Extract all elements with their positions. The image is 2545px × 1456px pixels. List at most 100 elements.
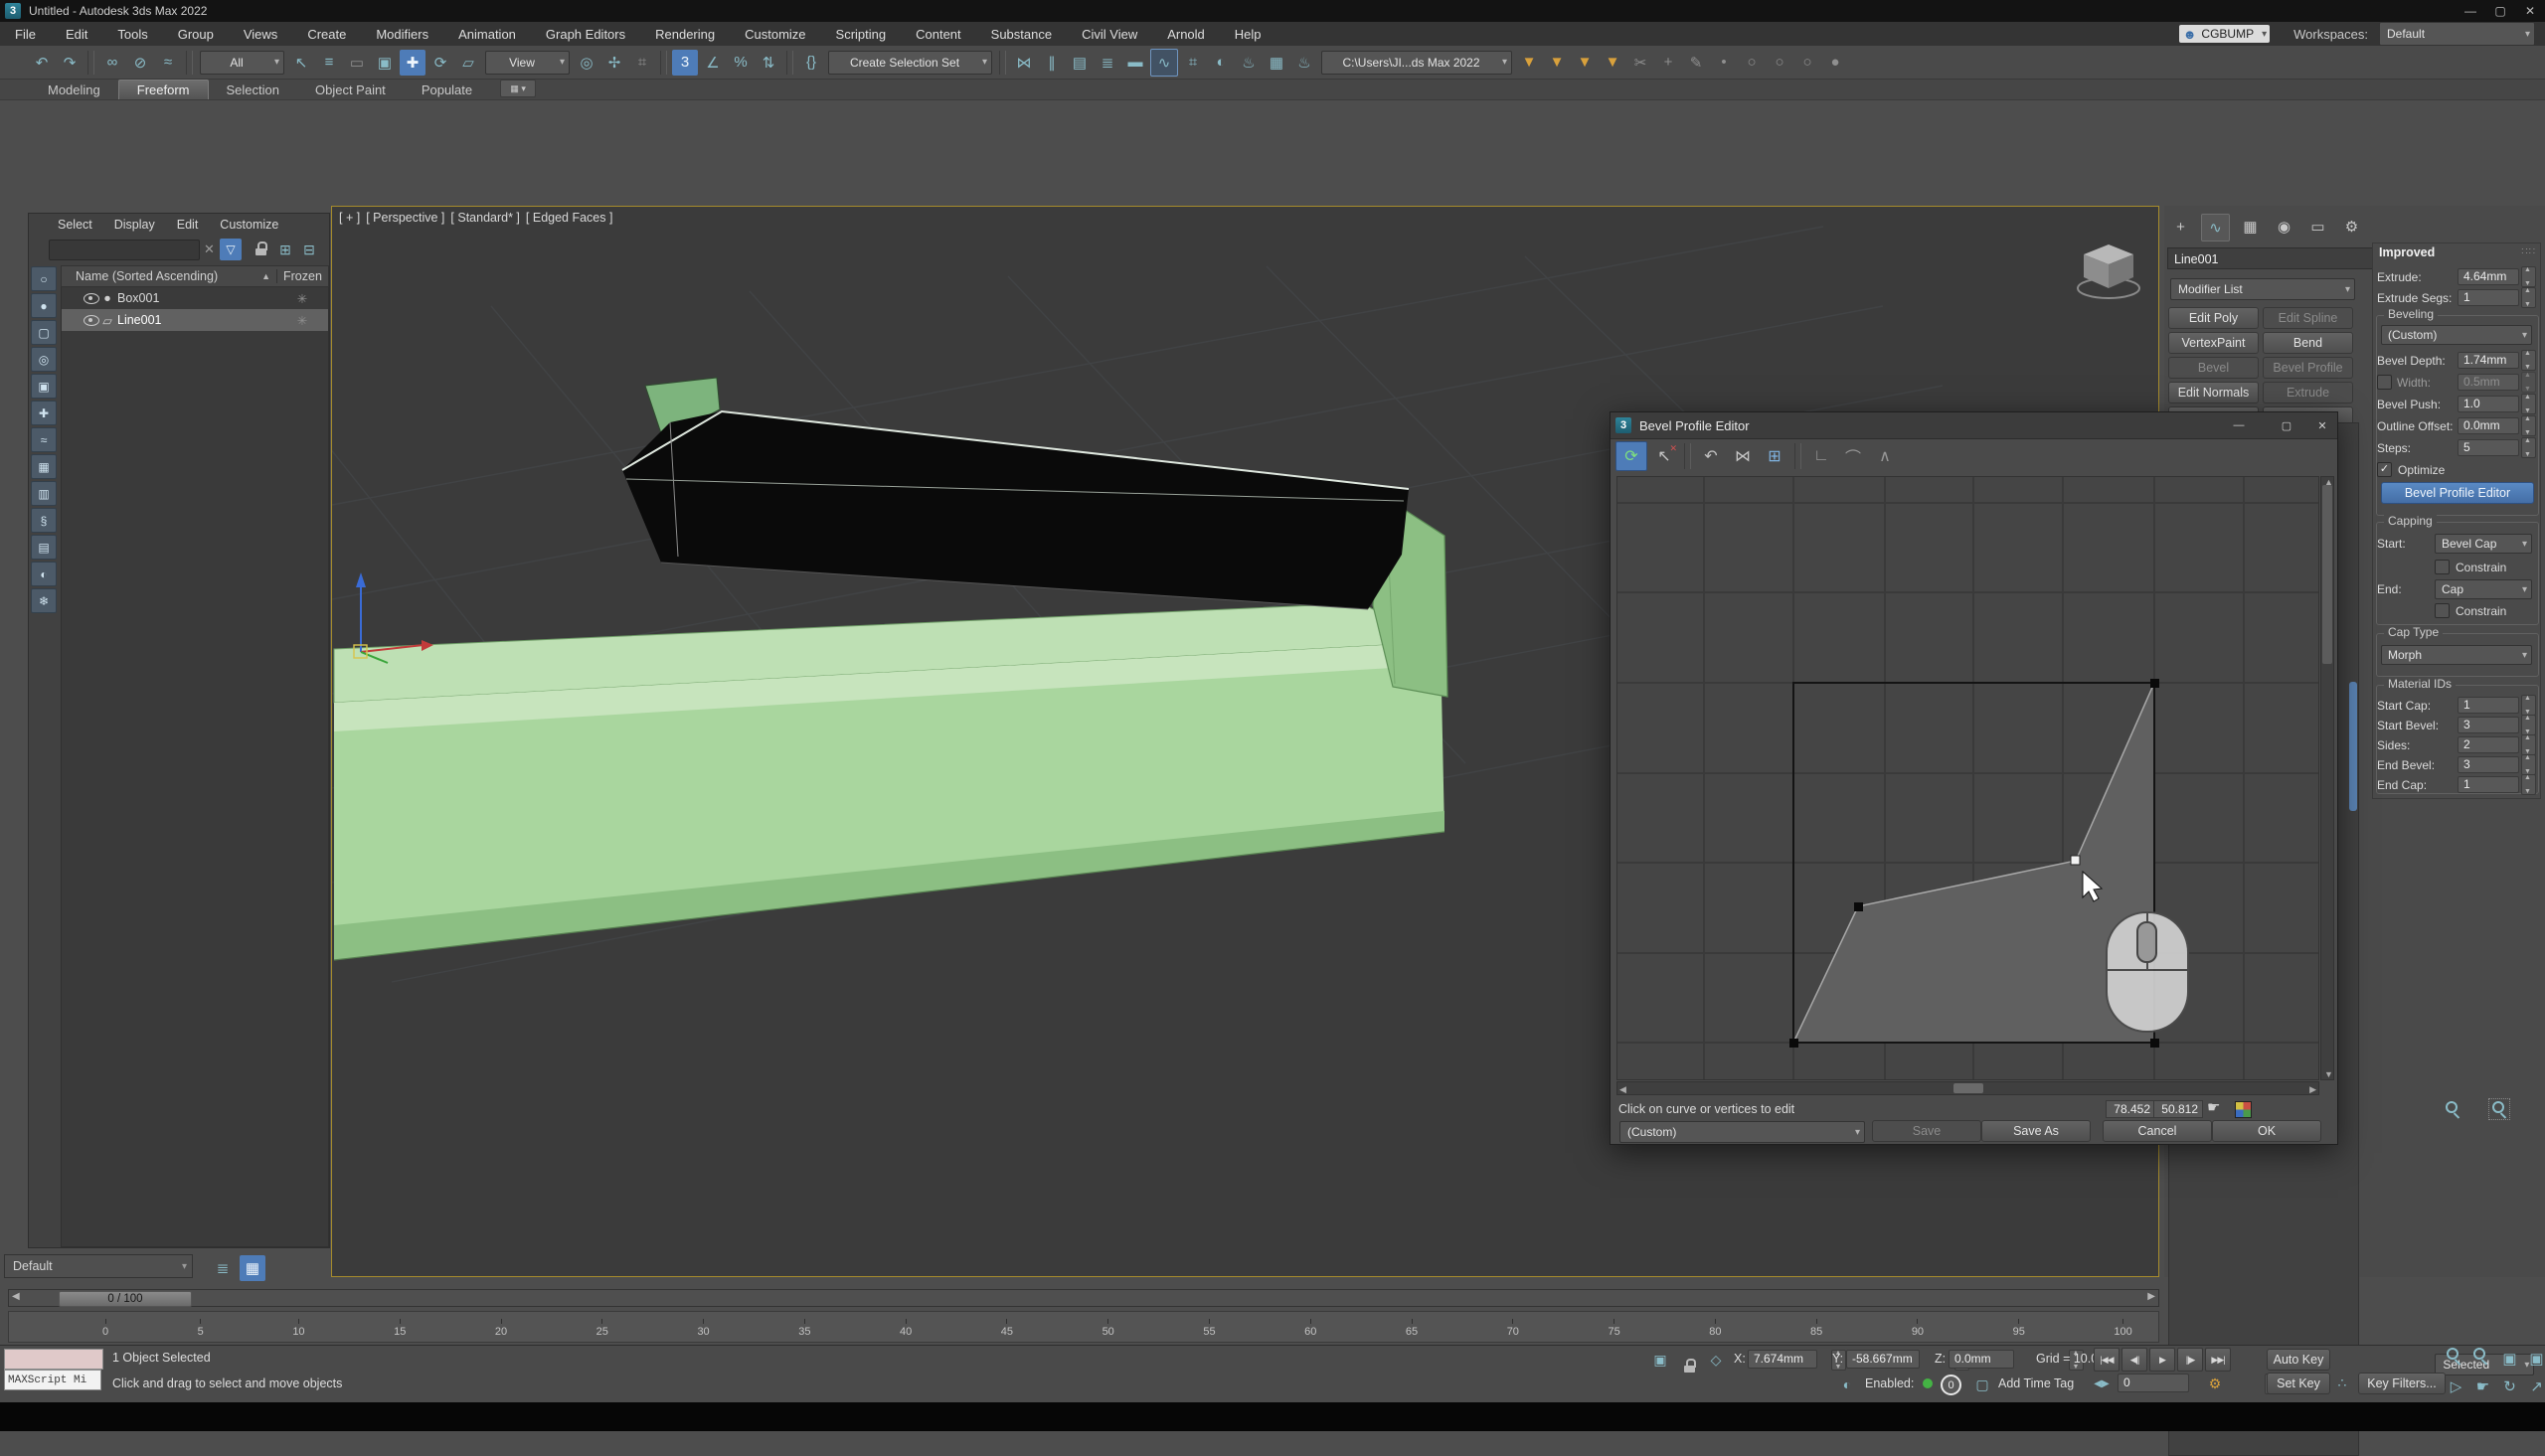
profile-curve-canvas[interactable]	[1616, 476, 2319, 1080]
extrude-segs-field[interactable]: 1	[2458, 289, 2519, 306]
minimize-window-button[interactable]: —	[2456, 1, 2485, 21]
notification-badge[interactable]: 0	[1941, 1375, 1961, 1395]
modifier-button[interactable]: Bevel	[2168, 357, 2259, 379]
sort-ascending-icon[interactable]: ▲	[261, 271, 270, 281]
spinner[interactable]	[2521, 437, 2536, 458]
search-input[interactable]	[49, 240, 200, 260]
display-spacewarps-icon[interactable]: ≈	[31, 427, 57, 452]
circle-icon[interactable]: ○	[1794, 50, 1820, 76]
name-column-header[interactable]: Name (Sorted Ascending)	[62, 269, 261, 283]
track-bar[interactable]: 0510152025303540455055606570758085909510…	[8, 1311, 2159, 1343]
material-id-field[interactable]: 1	[2458, 697, 2519, 714]
select-and-rotate-icon[interactable]: ⟳	[427, 50, 453, 76]
display-shapes-icon[interactable]: ▢	[31, 320, 57, 345]
absolute-offset-icon[interactable]: ◇	[1706, 1350, 1726, 1370]
zoom-icon[interactable]	[2444, 1346, 2463, 1366]
circle-icon[interactable]: ○	[1767, 50, 1792, 76]
zoom-extents-icon[interactable]	[2235, 1101, 2252, 1118]
drag-grip-icon[interactable]: ∷∷	[2521, 246, 2536, 257]
lock-explorer-icon[interactable]	[255, 242, 268, 256]
edit-named-selection-sets-icon[interactable]: {}	[798, 50, 824, 76]
zoom-icon[interactable]	[2443, 1099, 2462, 1119]
pencil-icon[interactable]: ✎	[1683, 50, 1709, 76]
display-lights-icon[interactable]: ◎	[31, 347, 57, 372]
enabled-status-dot[interactable]	[1923, 1378, 1933, 1388]
menubar-item[interactable]: Tools	[102, 27, 162, 42]
profile-preset-dropdown[interactable]: (Custom)	[1619, 1121, 1865, 1143]
material-id-field[interactable]: 2	[2458, 736, 2519, 753]
time-slider[interactable]: ◀ 0 / 100 ▶	[8, 1289, 2159, 1307]
filled-circle-icon[interactable]: ●	[1822, 50, 1848, 76]
display-materials-icon[interactable]: ◐	[31, 562, 57, 586]
modifier-button[interactable]: Edit Poly	[2168, 307, 2259, 329]
mirror-icon[interactable]: ⋈	[1011, 50, 1037, 76]
vertical-scrollbar[interactable]: ▲ ▼	[2320, 476, 2334, 1080]
panel-scrollbar[interactable]	[2349, 682, 2357, 811]
ribbon-tab[interactable]: Modeling	[30, 81, 118, 99]
render-production-icon[interactable]: ♨	[1291, 50, 1317, 76]
corner-vertex-icon[interactable]: ∟	[1806, 442, 1836, 470]
bevel-depth-field[interactable]: 1.74mm	[2458, 352, 2519, 369]
tab-display-icon[interactable]: ▭	[2304, 214, 2331, 240]
horizontal-scrollbar[interactable]: ◀ ▶	[1616, 1081, 2319, 1095]
isolate-selection-icon[interactable]: ▣	[1650, 1350, 1670, 1370]
table-row[interactable]: ▱ Line001 ✳	[62, 309, 328, 331]
selection-filter-dropdown[interactable]: All	[200, 51, 284, 75]
maximize-window-button[interactable]: ▢	[2485, 1, 2515, 21]
modifier-list-dropdown[interactable]: Modifier List	[2170, 278, 2355, 300]
menubar-item[interactable]: Graph Editors	[531, 27, 640, 42]
select-object-icon[interactable]: ↖	[288, 50, 314, 76]
ok-button[interactable]: OK	[2212, 1120, 2321, 1142]
insert-vertex-icon[interactable]: ⊞	[1760, 442, 1789, 470]
tab-hierarchy-icon[interactable]: ▦	[2237, 214, 2264, 240]
cube-outline-icon[interactable]: ▢	[1972, 1375, 1992, 1394]
viewport-label-segment[interactable]: [ Standard* ]	[450, 211, 520, 225]
dialog-maximize-button[interactable]: ▢	[2275, 416, 2298, 434]
window-crossing-icon[interactable]: ▣	[372, 50, 398, 76]
keyboard-shortcut-override-icon[interactable]: ⌗	[629, 50, 655, 76]
display-containers-icon[interactable]: ▤	[31, 535, 57, 560]
ribbon-options-dropdown[interactable]: ▦ ▾	[500, 80, 536, 97]
material-id-field[interactable]: 3	[2458, 717, 2519, 733]
steps-field[interactable]: 5	[2458, 439, 2519, 456]
modifier-button[interactable]: Bend	[2263, 332, 2353, 354]
spinner[interactable]	[2521, 350, 2536, 371]
zoom-all-icon[interactable]	[2470, 1346, 2490, 1366]
optimize-checkbox[interactable]	[2377, 462, 2392, 477]
rendered-frame-window-icon[interactable]: ▦	[1264, 50, 1289, 76]
circle-icon[interactable]: ○	[1739, 50, 1765, 76]
modifier-button[interactable]: Bevel Profile	[2263, 357, 2353, 379]
current-layer-dropdown[interactable]: Default ▾	[4, 1254, 193, 1278]
spinner-snap-icon[interactable]: ⇅	[756, 50, 781, 76]
menubar-item[interactable]: Arnold	[1152, 27, 1220, 42]
spinner[interactable]	[2521, 695, 2536, 716]
outline-offset-field[interactable]: 0.0mm	[2458, 417, 2519, 434]
tab-modify-icon[interactable]: ∿	[2201, 214, 2230, 242]
close-window-button[interactable]: ✕	[2515, 1, 2545, 21]
spinner[interactable]	[2521, 754, 2536, 775]
previous-frame-button[interactable]: ◀||	[2121, 1348, 2147, 1372]
go-to-end-button[interactable]: ▶▶|	[2205, 1348, 2231, 1372]
selection-lock-icon[interactable]	[1684, 1359, 1697, 1374]
constrain-checkbox[interactable]	[2435, 560, 2450, 574]
select-and-link-icon[interactable]: ∞	[99, 50, 125, 76]
curve-editor-icon[interactable]: ∿	[1150, 49, 1178, 77]
display-all-icon[interactable]: ○	[31, 266, 57, 291]
ribbon-tab[interactable]: Selection	[209, 81, 297, 99]
folder-import-icon[interactable]: ▼	[1600, 50, 1625, 76]
modifier-button[interactable]: Edit Normals	[2168, 382, 2259, 404]
visibility-eye-icon[interactable]	[84, 293, 99, 304]
spinner[interactable]	[2521, 715, 2536, 735]
save-as-button[interactable]: Save As	[1981, 1120, 2091, 1142]
menubar-item[interactable]: Group	[163, 27, 229, 42]
display-cameras-icon[interactable]: ▣	[31, 374, 57, 399]
tab-motion-icon[interactable]: ◉	[2271, 214, 2297, 240]
menubar-item[interactable]: File	[0, 27, 51, 42]
layer-list-icon[interactable]: ≣	[210, 1255, 236, 1281]
menubar-item[interactable]: Create	[292, 27, 361, 42]
menubar-item[interactable]: Help	[1220, 27, 1276, 42]
scene-explorer-menu-item[interactable]: Customize	[209, 218, 289, 232]
scrollbar-thumb[interactable]	[1953, 1083, 1983, 1093]
pie-toggle-icon[interactable]: ◐	[1837, 1375, 1857, 1394]
frozen-column-header[interactable]: Frozen	[276, 269, 328, 283]
